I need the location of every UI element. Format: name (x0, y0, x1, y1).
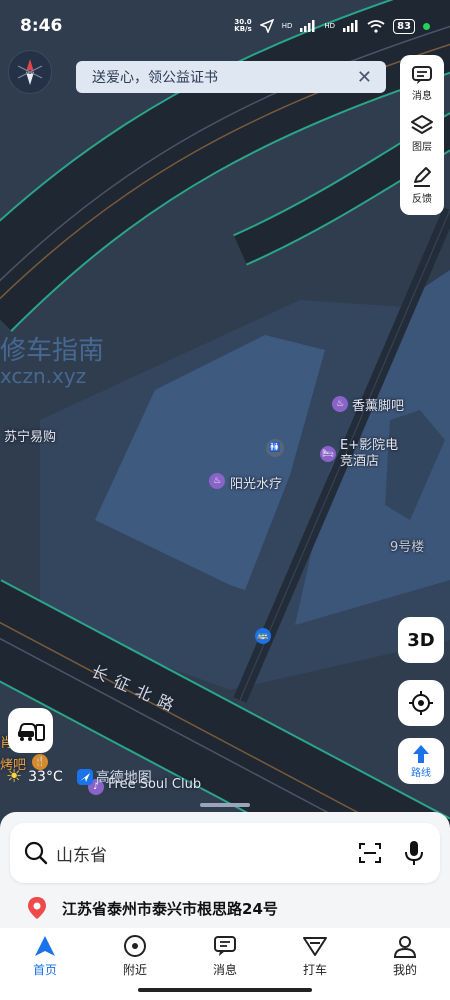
route-label: 路线 (411, 767, 431, 779)
signal-1-label: HD (281, 22, 293, 30)
amap-logo: 高德地图 (76, 767, 152, 787)
close-icon[interactable]: ✕ (357, 67, 372, 88)
promo-banner[interactable]: 送爱心，领公益证书 ✕ (76, 61, 386, 93)
net-speed: 30.0 KB/s (234, 19, 251, 33)
message-icon (412, 66, 432, 85)
search-bar[interactable]: 山东省 (10, 823, 440, 883)
spa-icon: ♨ (332, 396, 348, 412)
privacy-dot (423, 22, 430, 30)
car-mode-button[interactable] (8, 708, 53, 753)
wifi-icon (367, 19, 385, 33)
bus-stop-icon[interactable]: 🚌 (255, 628, 271, 644)
map-toolbar: 消息 图层 反馈 (400, 55, 444, 215)
locate-button[interactable] (398, 680, 444, 726)
banner-text: 送爱心，领公益证书 (92, 70, 218, 86)
sun-icon: ☀ (6, 766, 23, 787)
net-speed-unit: KB/s (234, 25, 252, 33)
current-location-row[interactable]: 江苏省泰州市泰兴市根思路24号 (0, 889, 450, 927)
poi-xiangxun[interactable]: 香薰脚吧 (352, 395, 404, 414)
poi-suning[interactable]: 苏宁易购 (4, 426, 56, 445)
poi-eplus-line1: E+影院电 (340, 438, 399, 453)
status-bar: 8:46 30.0 KB/s HD HD 83 (0, 0, 450, 52)
location-pin-icon (28, 897, 46, 919)
route-arrow-icon (413, 744, 429, 763)
tab-home-label: 首页 (32, 963, 57, 977)
feedback-button[interactable]: 反馈 (411, 166, 433, 205)
watermark-line1: 修车指南 (0, 336, 105, 366)
sheet-drag-handle[interactable] (200, 803, 250, 807)
spa-icon: ♨ (209, 473, 225, 489)
amap-brand-text: 高德地图 (95, 769, 152, 786)
profile-icon (393, 936, 417, 958)
layers-label: 图层 (412, 142, 432, 154)
3d-button[interactable]: 3D (398, 617, 444, 663)
home-indicator[interactable] (138, 988, 312, 992)
crosshair-icon (409, 691, 433, 715)
layers-icon (411, 115, 433, 135)
search-icon (24, 841, 48, 865)
message-icon (214, 936, 236, 956)
location-arrow-icon (259, 19, 274, 33)
status-time: 8:46 (20, 16, 63, 36)
microphone-icon[interactable] (404, 840, 424, 866)
nearby-icon (124, 935, 146, 957)
poi-building9[interactable]: 9号楼 (390, 536, 424, 555)
compass-icon (17, 59, 43, 85)
tab-profile[interactable]: 我的 (360, 928, 450, 1000)
feedback-icon (414, 166, 431, 187)
temperature: 33°C (28, 768, 63, 785)
hotel-icon: 🛏 (320, 446, 336, 462)
watermark-line2: xczn.xyz (0, 364, 87, 388)
watermark: 修车指南 xczn.xyz (0, 338, 104, 386)
scan-icon[interactable] (358, 841, 382, 865)
car-phone-icon (17, 722, 45, 741)
signal-icon (343, 20, 358, 32)
search-input[interactable]: 山东省 (56, 841, 107, 866)
home-icon (35, 936, 55, 956)
poi-eplus[interactable]: E+影院电 竞酒店 (340, 438, 398, 470)
toilet-icon[interactable]: 🚻 (266, 439, 284, 457)
amap-logo-icon (76, 768, 93, 785)
tab-nearby-label: 附近 (122, 963, 147, 977)
tab-home[interactable]: 首页 (0, 928, 90, 1000)
weather-widget: ☀ 33°C 高德地图 (6, 766, 152, 787)
battery-indicator: 83 (393, 18, 415, 34)
compass-button[interactable] (8, 50, 52, 94)
signal-2-label: HD (324, 22, 336, 30)
poi-eplus-line2: 竞酒店 (340, 454, 380, 469)
message-label: 消息 (412, 91, 432, 103)
route-button[interactable]: 路线 (398, 738, 444, 784)
taxi-icon (303, 937, 327, 956)
tab-taxi-label: 打车 (302, 963, 327, 977)
tab-messages-label: 消息 (212, 963, 237, 977)
poi-yangguang[interactable]: 阳光水疗 (230, 473, 282, 492)
layers-button[interactable]: 图层 (410, 114, 434, 153)
tab-profile-label: 我的 (392, 963, 417, 977)
feedback-label: 反馈 (412, 193, 432, 205)
message-button[interactable]: 消息 (411, 65, 433, 102)
current-address: 江苏省泰州市泰兴市根思路24号 (62, 899, 278, 918)
signal-icon (300, 20, 315, 32)
